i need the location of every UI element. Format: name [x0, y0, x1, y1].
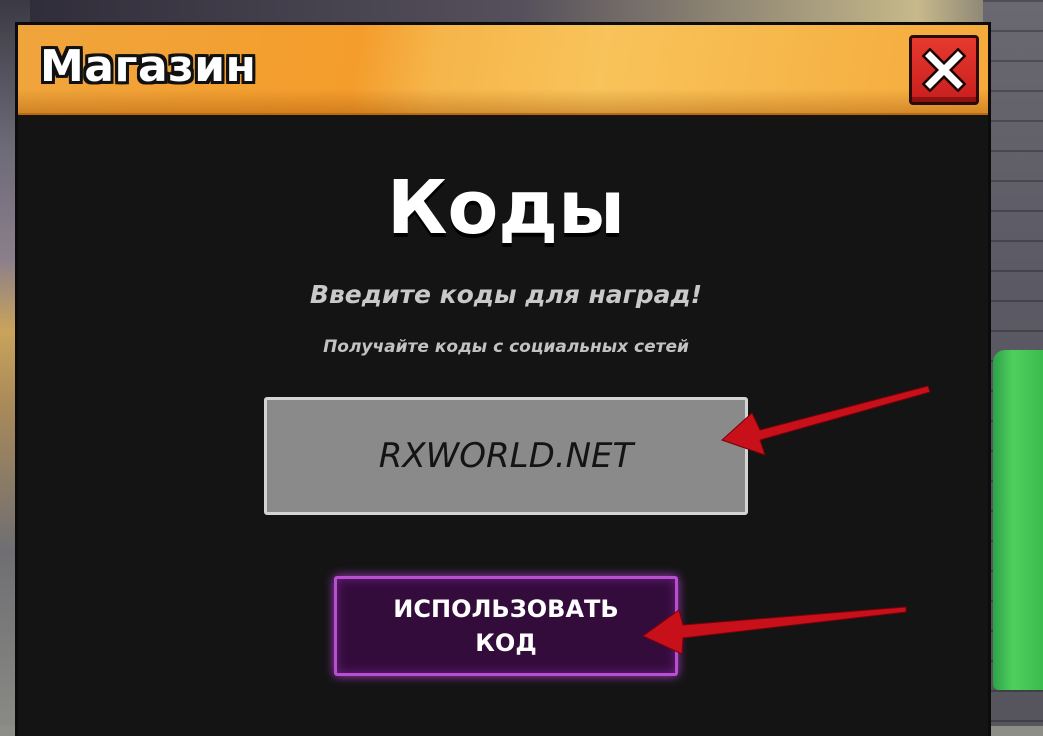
game-scene: Магазин Коды Введите коды для наград! По…: [0, 0, 1043, 736]
redeem-code-button[interactable]: ИСПОЛЬЗОВАТЬ КОД: [334, 576, 678, 676]
codes-note: Получайте коды с социальных сетей: [323, 337, 689, 357]
background-green-prop: [993, 350, 1043, 690]
codes-heading: Коды: [386, 165, 625, 251]
close-button[interactable]: [909, 35, 979, 105]
shop-modal: Магазин Коды Введите коды для наград! По…: [15, 22, 991, 736]
close-icon: [922, 48, 966, 92]
codes-subtitle: Введите коды для наград!: [309, 280, 703, 309]
modal-title: Магазин: [40, 41, 257, 92]
redeem-code-label: ИСПОЛЬЗОВАТЬ КОД: [393, 595, 619, 657]
code-input[interactable]: [264, 397, 748, 515]
modal-header: Магазин: [18, 25, 988, 115]
